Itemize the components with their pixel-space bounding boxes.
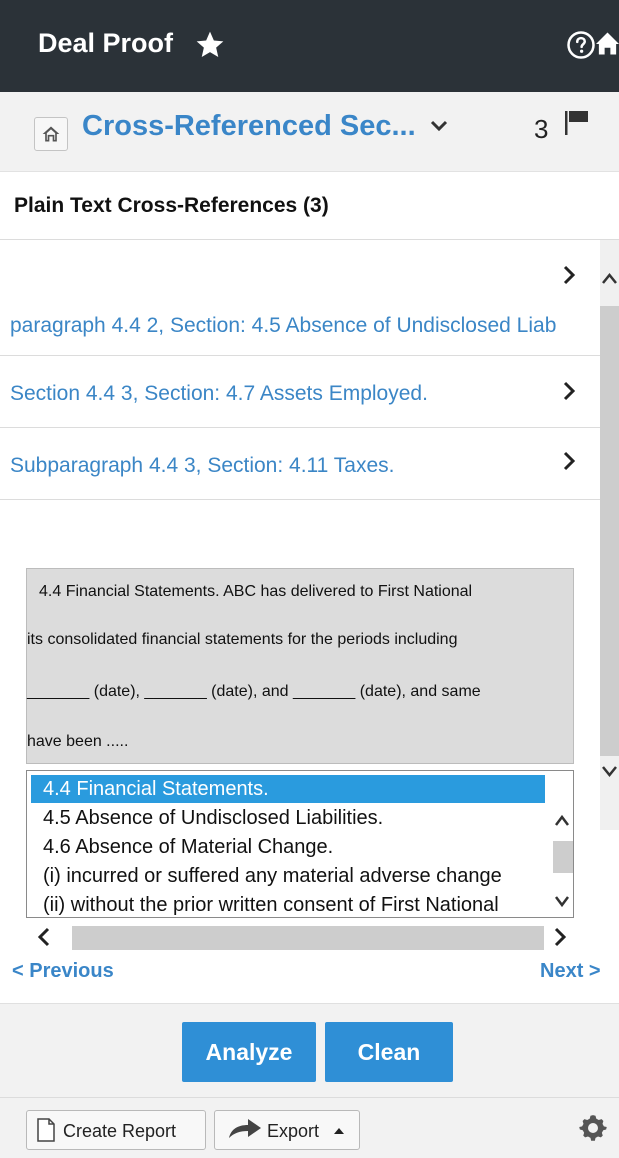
cross-references-title: Plain Text Cross-References (3) <box>14 194 329 217</box>
divider <box>0 1097 619 1098</box>
action-bar: Analyze Clean Create Report Export <box>0 1003 619 1158</box>
scroll-up-icon[interactable] <box>600 268 619 290</box>
section-title[interactable]: Cross-Referenced Sec... <box>82 110 416 143</box>
chevron-right-icon <box>563 451 576 471</box>
export-button[interactable]: Export <box>214 1110 360 1150</box>
analyze-button[interactable]: Analyze <box>182 1022 316 1082</box>
scroll-left-icon[interactable] <box>36 926 52 948</box>
cross-references-header: Plain Text Cross-References (3) <box>0 172 619 240</box>
outline-item[interactable]: 4.6 Absence of Material Change. <box>27 833 547 861</box>
star-icon[interactable] <box>194 29 226 61</box>
preview-line: 4.4 Financial Statements. ABC has delive… <box>39 583 473 600</box>
list-item[interactable]: paragraph 4.4 2, Section: 4.5 Absence of… <box>0 240 600 356</box>
scroll-down-icon[interactable] <box>553 891 571 911</box>
chevron-down-icon[interactable] <box>428 112 450 142</box>
chevron-right-icon <box>563 381 576 401</box>
app-header: Deal Proof <box>0 0 619 92</box>
section-outline-list[interactable]: 4.4 Financial Statements. 4.5 Absence of… <box>26 770 574 918</box>
clean-button[interactable]: Clean <box>325 1022 453 1082</box>
outline-item[interactable]: 4.4 Financial Statements. <box>31 775 545 803</box>
outline-item[interactable]: (i) incurred or suffered any material ad… <box>27 862 547 890</box>
list-item-label: Section 4.4 3, Section: 4.7 Assets Emplo… <box>10 382 428 405</box>
share-arrow-icon <box>229 1119 261 1138</box>
preview-line: its consolidated financial statements fo… <box>27 631 458 648</box>
flag-icon[interactable] <box>562 108 592 138</box>
scrollbar-thumb[interactable] <box>72 926 544 950</box>
home-icon <box>42 126 60 142</box>
app-title: Deal Proof <box>38 28 174 58</box>
text-preview: 4.4 Financial Statements. ABC has delive… <box>26 568 574 764</box>
home-icon[interactable] <box>596 28 619 58</box>
scroll-right-icon[interactable] <box>552 926 568 948</box>
outline-item[interactable]: 4.5 Absence of Undisclosed Liabilities. <box>27 804 547 832</box>
document-icon <box>37 1118 55 1142</box>
scrollbar-thumb[interactable] <box>553 841 573 873</box>
create-report-label: Create Report <box>63 1121 177 1141</box>
export-label: Export <box>267 1121 320 1141</box>
section-header: Cross-Referenced Sec... 3 <box>0 92 619 172</box>
list-item[interactable]: Section 4.4 3, Section: 4.7 Assets Emplo… <box>0 356 600 428</box>
preview-line: have been ..... <box>27 733 129 750</box>
list-item[interactable]: Subparagraph 4.4 3, Section: 4.11 Taxes. <box>0 428 600 500</box>
previous-link[interactable]: < Previous <box>12 960 114 983</box>
caret-up-icon <box>334 1128 344 1134</box>
next-link[interactable]: Next > <box>540 960 601 983</box>
create-report-button[interactable]: Create Report <box>26 1110 206 1150</box>
scrollbar-thumb[interactable] <box>600 306 619 756</box>
help-icon[interactable] <box>566 30 596 60</box>
list-item-label: Subparagraph 4.4 3, Section: 4.11 Taxes. <box>10 454 395 477</box>
flag-count: 3 <box>534 114 549 144</box>
outline-item[interactable]: (ii) without the prior written consent o… <box>27 891 547 917</box>
vertical-scrollbar[interactable] <box>600 240 619 830</box>
scroll-down-icon[interactable] <box>600 760 619 782</box>
settings-icon[interactable] <box>578 1112 608 1142</box>
outline-scrollbar[interactable] <box>551 771 573 917</box>
preview-line: _______ (date), _______ (date), and ____… <box>27 683 481 700</box>
chevron-right-icon <box>563 265 576 285</box>
scroll-up-icon[interactable] <box>553 811 571 831</box>
horizontal-scrollbar[interactable] <box>26 922 574 952</box>
list-item-label: paragraph 4.4 2, Section: 4.5 Absence of… <box>10 314 557 337</box>
home-button[interactable] <box>34 117 68 151</box>
